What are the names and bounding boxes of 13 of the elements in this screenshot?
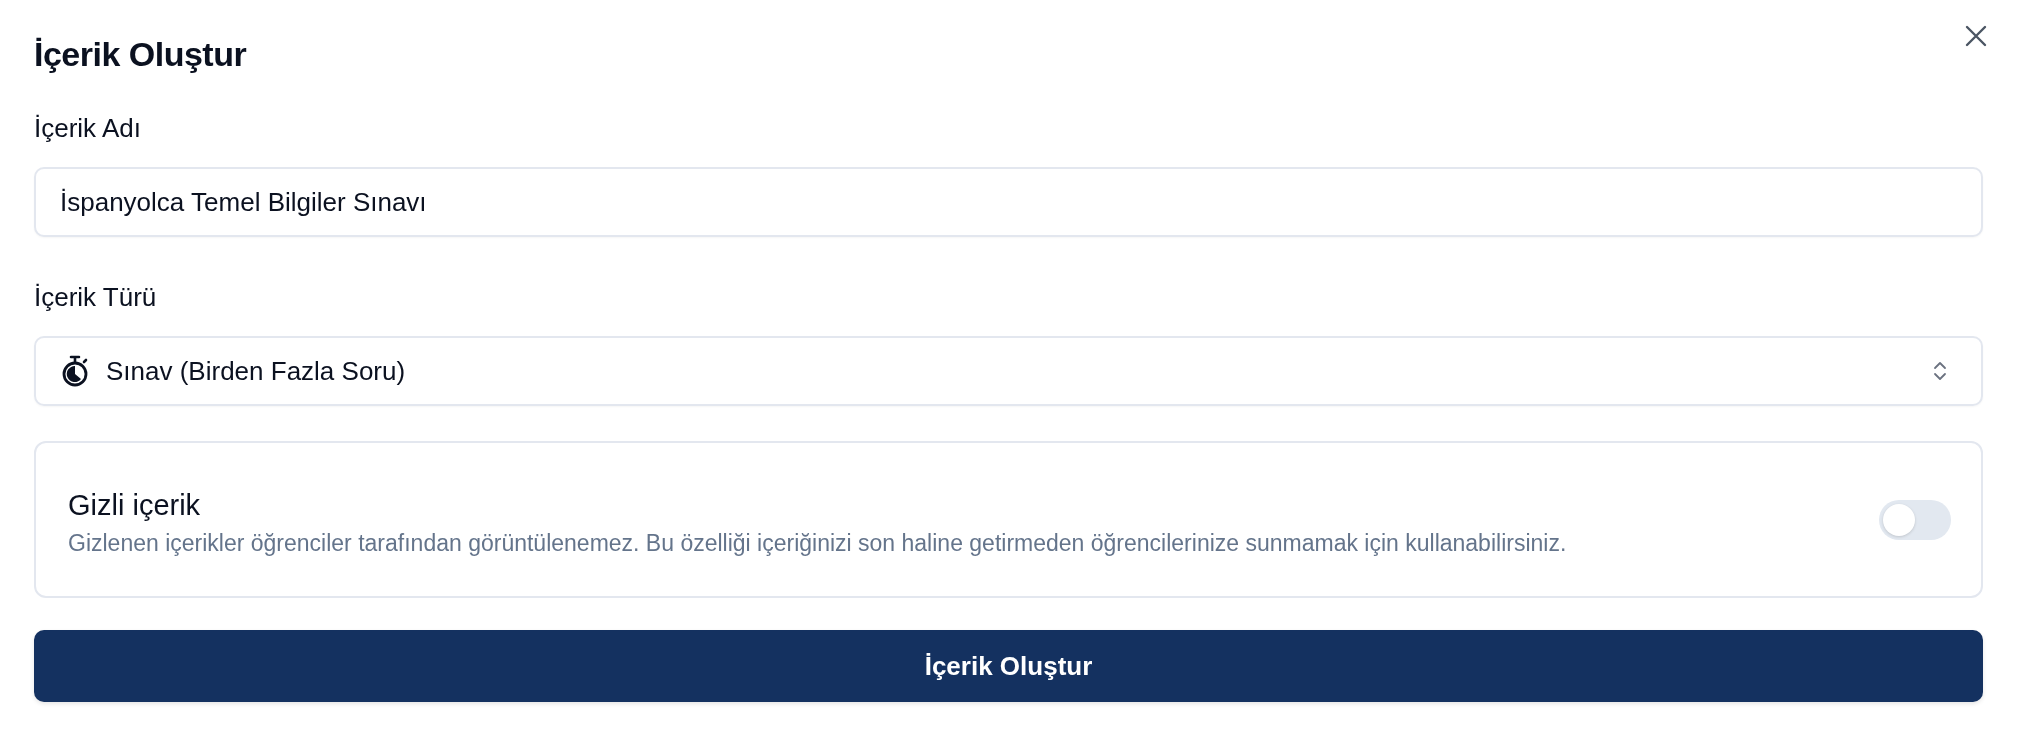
create-button[interactable]: İçerik Oluştur	[34, 630, 1983, 702]
stopwatch-icon	[60, 355, 90, 387]
hidden-toggle[interactable]	[1879, 499, 1951, 540]
chevron-updown-icon	[1933, 360, 1947, 382]
dialog-title: İçerik Oluştur	[34, 34, 247, 75]
name-input-field[interactable]: İspanyolca Temel Bilgiler Sınavı	[34, 167, 1983, 237]
field-label: İçerik Türü	[34, 281, 157, 314]
select-value: Sınav (Birden Fazla Soru)	[106, 355, 407, 387]
setting-title: Gizli içerik	[68, 488, 201, 522]
setting-description: Gizlenen içerikler öğrenciler tarafından görüntülenemez. Bu özelliği içeriğinizi son haline getirmeden öğrencilerinize sunmamak için kullanabilirsiniz.	[68, 529, 1567, 557]
type-select[interactable]: Sınav (Birden Fazla Soru)	[34, 336, 1983, 406]
field-label: İçerik Adı	[34, 112, 141, 145]
close-icon	[1965, 25, 1987, 47]
